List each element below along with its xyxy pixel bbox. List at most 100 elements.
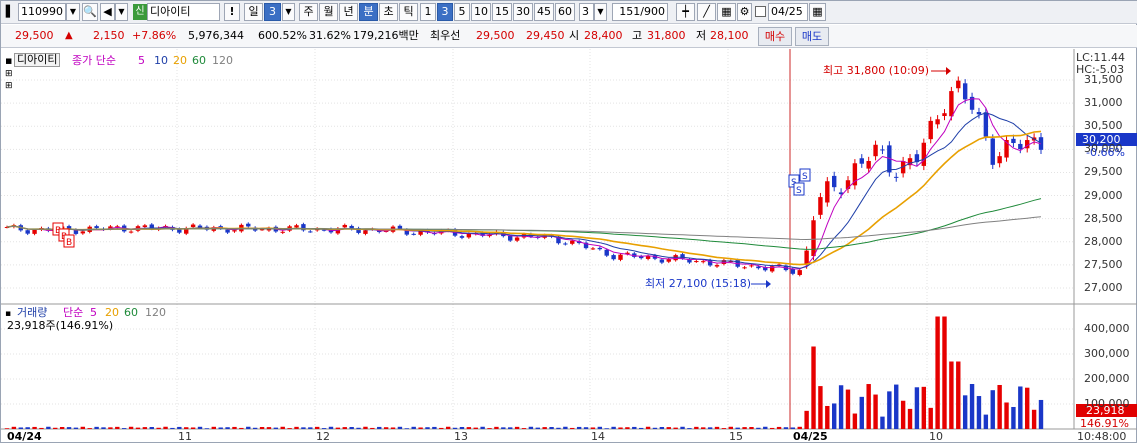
volume-bar [556,427,561,429]
period-week-button[interactable]: 주 [299,3,318,21]
period-second-button[interactable]: 초 [379,3,398,21]
volume-bar [170,427,175,429]
candle-body [873,144,878,157]
interval-3-button[interactable]: 3 [437,3,453,21]
search-icon[interactable]: 🔍 [82,3,98,21]
period-tick-button[interactable]: 틱 [399,3,418,21]
period-year-button[interactable]: 년 [339,3,358,21]
speaker-icon[interactable]: ◀ [100,3,115,21]
volume-bar [514,426,520,429]
sell-button[interactable]: 매도 [795,27,829,46]
candle-body [859,158,864,164]
volume-bar [4,428,10,429]
day-count-dropdown-icon[interactable]: ▼ [282,3,295,21]
date-checkbox[interactable] [755,6,766,17]
volume-bar [811,346,816,429]
code-dropdown-icon[interactable]: ▼ [66,3,80,21]
volume-bar [452,427,458,429]
interval-dropdown-icon[interactable]: ▼ [594,3,607,21]
interval-15-button[interactable]: 15 [492,3,512,21]
volume-bar [776,426,782,429]
price-axis-label: 28,500 [1084,211,1123,225]
speaker-dropdown-icon[interactable]: ▼ [115,3,128,21]
candle-body [466,233,472,238]
alert-button[interactable]: ! [224,3,240,21]
candle-body [225,229,230,233]
interval-30-button[interactable]: 30 [513,3,533,21]
period-month-button[interactable]: 월 [319,3,338,21]
candle-body [983,112,989,137]
interval-1-button[interactable]: 1 [420,3,436,21]
price-pane-stock[interactable]: 디아이티 [14,53,61,67]
candle-body [749,265,754,267]
bar-count-input[interactable]: 151/900 [612,3,668,21]
ma10-legend: 10 [154,54,168,67]
calendar-icon[interactable]: ▦ [809,3,826,21]
volume-bar [1011,406,1016,429]
ma20-legend: 20 [173,54,187,67]
candle-body [701,261,706,263]
gear-icon[interactable]: ⚙ [737,3,752,21]
low-annot-arrowhead [766,280,771,288]
candle-body [142,225,148,228]
volume-bar [694,426,699,429]
candle-body [294,225,299,228]
buy-button[interactable]: 매수 [758,27,792,46]
price-axis-label: 31,500 [1084,73,1123,86]
interval-45-button[interactable]: 45 [534,3,554,21]
candle-body [880,149,885,151]
volume-bar [962,395,968,429]
candle-body [949,91,954,117]
day-count-select[interactable]: 3 [264,3,281,21]
interval-5-button[interactable]: 5 [454,3,470,21]
volume-bar [142,427,148,429]
stock-name-field[interactable]: 디아이티 [147,3,220,21]
volume-legend-prefix: 단순 [63,306,84,319]
candle-type-icon[interactable]: ┿ [676,3,695,21]
time-label-0425: 04/25 [793,430,828,443]
volume-bar [549,427,554,429]
candle-body [756,266,761,269]
candle-body [342,224,347,228]
ma-line-10 [6,112,1042,269]
volume-bar [542,427,547,429]
volume-bar [852,413,858,429]
stock-code-input[interactable]: 110990 [18,3,66,21]
volume-bar [487,428,492,429]
interval-input[interactable]: 3 [579,3,594,21]
volume-bar [666,427,671,429]
volume-bar [397,426,403,429]
volume-bar [721,428,727,429]
interval-60-button[interactable]: 60 [555,3,575,21]
draw-line-icon[interactable]: ╱ [697,3,716,21]
interval-10-button[interactable]: 10 [471,3,491,21]
volume-bar [576,426,582,429]
volume-bar [308,427,313,429]
volume-bar [287,428,292,429]
time-label-11: 11 [178,430,192,443]
volume-bar [432,426,437,429]
current-pct-tag: -0.66% [1086,146,1125,159]
time-label-15: 15 [729,430,743,443]
price-legend-prefix: 종가 단순 [72,54,116,67]
volume-bar [135,427,141,429]
date-input[interactable]: 04/25 [768,3,808,21]
sell-signal-letter: S [802,172,808,182]
candle-body [928,120,933,140]
candle-body [570,240,575,244]
chart-window: ▌ 110990 ▼ 🔍 ◀ ▼ 신 디아이티 ! 일 3 ▼ 주 월 년 분 … [0,0,1137,443]
candle-body [935,119,940,125]
volume-bar [535,427,540,429]
ma60-legend: 60 [192,54,206,67]
period-day-button[interactable]: 일 [244,3,263,21]
volume-bar [377,426,382,429]
candle-body [921,142,927,166]
time-label-14: 14 [591,430,605,443]
volume-bar [115,426,120,429]
period-minute-button[interactable]: 분 [359,3,378,21]
indicator-icon[interactable]: ▦ [717,3,736,21]
chart-canvas[interactable]: SSSBBB [1,49,1137,444]
candle-body [811,220,816,257]
candle-body [956,80,961,89]
volume-bar [266,427,272,429]
